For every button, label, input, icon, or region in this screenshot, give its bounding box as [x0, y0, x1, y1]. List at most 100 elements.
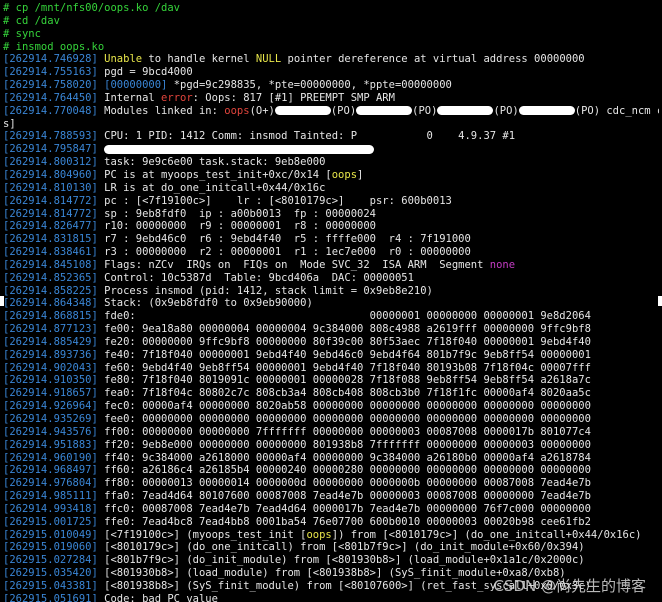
log-text: fee0: 00000000 00000000 00000000 0000000… [97, 413, 591, 425]
log-text: [<8010179c>] (do_one_initcall) from [<80… [97, 541, 585, 554]
log-error: oops [224, 104, 250, 117]
log-line: [262914.985111] ffa0: 7ead4d64 80107600 … [3, 490, 659, 503]
command-line: # cd /dav [3, 14, 60, 27]
right-scroll-marker [658, 296, 662, 306]
log-timestamp: [262914.838461] [3, 246, 98, 259]
terminal-window[interactable]: # cp /mnt/nfs00/oops.ko /dav # cd /dav # s… [0, 0, 662, 602]
watermark: CSDN @尚先生的博客 [493, 577, 646, 595]
log-timestamp: [262914.910350] [3, 374, 98, 387]
log-line: [262914.804960] PC is at myoops_test_ini… [3, 169, 659, 182]
redaction-mark [274, 106, 331, 116]
log-timestamp: [262914.852365] [3, 271, 98, 284]
log-line: [262914.810130] LR is at do_one_initcall… [3, 182, 659, 195]
log-timestamp: [262914.770048] [3, 104, 98, 117]
log-timestamp: [262914.960190] [3, 451, 98, 464]
log-timestamp: [262914.804960] [3, 168, 98, 181]
log-line: [262914.814772] pc : [<7f19100c>] lr : [… [3, 195, 659, 208]
log-timestamp: [262914.918657] [3, 387, 98, 400]
command-line: # insmod oops.ko [3, 40, 105, 53]
log-text: ]) from [<8010179c>] (do_one_initcall+0x… [331, 528, 642, 541]
log-line: [262914.755163] pgd = 9bcd4000 [3, 66, 659, 79]
redaction-mark [356, 106, 413, 116]
log-text: CPU: 1 PID: 1412 Comm: insmod Tainted: P… [97, 130, 516, 143]
log-line: [262914.858225] Process insmod (pid: 141… [3, 285, 659, 298]
log-text: Flags: nZCv IRQs on FIQs on Mode SVC_32 … [97, 258, 490, 271]
log-continuation: s] [3, 117, 16, 130]
log-text: pc : [<7f19100c>] lr : [<8010179c>] psr:… [97, 194, 452, 207]
log-timestamp: [262914.968497] [3, 464, 98, 477]
log-timestamp: [262914.985111] [3, 490, 98, 503]
log-text: fe00: 9ea18a80 00000004 00000004 9c38400… [97, 323, 591, 336]
log-line: [262914.795847] [3, 143, 659, 156]
log-line: [262914.926964] fec0: 00000af4 00000000 … [3, 400, 659, 413]
log-timestamp: [262914.810130] [3, 181, 98, 194]
log-highlight: oops [306, 528, 332, 541]
log-text: sp : 9eb8fdf0 ip : a00b0013 fp : 0000002… [97, 207, 376, 220]
log-line: [262914.893736] fe40: 7f18f040 00000001 … [3, 349, 659, 362]
log-line: [262914.852365] Control: 10c5387d Table:… [3, 272, 659, 285]
log-text: fe80: 7f18f040 8019091c 00000001 0000002… [97, 374, 591, 387]
log-timestamp: [262915.035420] [3, 567, 98, 580]
log-text: ff40: 9c384000 a2618000 00000af4 0000000… [97, 451, 591, 464]
log-line: [262914.758020] [00000000] *pgd=9c298835… [3, 79, 659, 92]
log-text: Process insmod (pid: 1412, stack limit =… [97, 284, 433, 297]
log-text: fea0: 7f18f04c 80802c7c 808cb3a4 808cb40… [97, 387, 591, 400]
log-highlight: oops [331, 168, 358, 181]
log-timestamp: [262914.976804] [3, 477, 98, 490]
log-line: [262915.027284] [<801b7f9c>] (do_init_mo… [3, 554, 659, 567]
log-line: [262914.910350] fe80: 7f18f040 8019091c … [3, 374, 659, 387]
log-text: fe20: 00000000 9ffc9bf8 00000000 80f39c0… [97, 335, 591, 348]
log-line: [262914.935269] fee0: 00000000 00000000 … [3, 413, 659, 426]
log-address: [00000000] [97, 79, 168, 92]
log-timestamp: [262914.935269] [3, 413, 98, 425]
log-timestamp: [262914.845108] [3, 258, 98, 271]
log-text: ff60: a26186c4 a26185b4 00000240 0000028… [97, 464, 591, 477]
log-text: *pgd=9c298835, *pte=00000000, *ppte=0000… [167, 79, 452, 92]
log-timestamp: [262914.788593] [3, 130, 98, 143]
log-timestamp: [262914.758020] [3, 79, 98, 92]
redaction-mark [104, 144, 375, 154]
log-timestamp: [262915.051691] [3, 592, 98, 602]
log-text: to handle kernel [142, 53, 256, 66]
log-line: [262914.885429] fe20: 00000000 9ffc9bf8 … [3, 336, 659, 349]
log-text: Stack: (0x9eb8fdf0 to 0x9eb90000) [97, 297, 313, 310]
log-text: Modules linked in: [97, 104, 225, 117]
log-line: [262914.770048] Modules linked in: oops(… [3, 105, 659, 118]
log-timestamp: [262915.027284] [3, 554, 98, 567]
log-line: [262915.001725] ffe0: 7ead4bc8 7ead4bb8 … [3, 516, 659, 529]
log-timestamp: [262914.877123] [3, 323, 98, 336]
log-timestamp: [262914.858225] [3, 284, 98, 297]
log-text: fe40: 7f18f040 00000001 9ebd4f40 9ebd46c… [97, 348, 591, 361]
log-timestamp: [262914.755163] [3, 66, 98, 79]
command-line: # cp /mnt/nfs00/oops.ko /dav [3, 2, 181, 14]
log-timestamp: [262914.951883] [3, 438, 98, 451]
log-line: [262914.831815] r7 : 9ebd46c0 r6 : 9ebd4… [3, 233, 659, 246]
log-timestamp: [262914.926964] [3, 400, 98, 413]
log-timestamp: [262914.893736] [3, 348, 98, 361]
log-text: Code: bad PC value [97, 592, 218, 602]
log-segment: none [489, 258, 516, 271]
redaction-mark [437, 106, 494, 116]
log-text: (O+) [249, 104, 275, 117]
log-highlight: Unable [104, 53, 143, 66]
log-text: task: 9e9c6e00 task.stack: 9eb8e000 [97, 156, 326, 169]
log-timestamp: [262914.902043] [3, 361, 98, 374]
log-timestamp: [262915.043381] [3, 579, 98, 592]
log-text: PC is at myoops_test_init+0xc/0x14 [ [97, 168, 332, 181]
log-text: LR is at do_one_initcall+0x44/0x16c [97, 181, 326, 194]
log-timestamp: [262915.019060] [3, 541, 98, 554]
log-line: [262914.976804] ff80: 00000013 00000014 … [3, 477, 659, 490]
log-line: [262914.868815] fde0: 00000001 00000000 … [3, 310, 659, 323]
log-line: [262914.800312] task: 9e9c6e00 task.stac… [3, 156, 659, 169]
log-text: (PO) [330, 104, 357, 117]
log-line: [262914.877123] fe00: 9ea18a80 00000004 … [3, 323, 659, 336]
log-text: ffe0: 7ead4bc8 7ead4bb8 0001ba54 76e0770… [97, 515, 591, 528]
log-line: [262914.902043] fe60: 9ebd4f40 9eb8ff54 … [3, 362, 659, 375]
log-text: ] [357, 168, 364, 181]
log-text: pointer dereference at virtual address 0… [281, 53, 585, 66]
log-line: [262914.746928] Unable to handle kernel … [3, 53, 659, 66]
log-text: fe60: 9ebd4f40 9eb8ff54 00000001 9ebd4f4… [97, 361, 591, 374]
log-text: : Oops: 817 [#1] PREEMPT SMP ARM [192, 91, 395, 104]
log-timestamp: [262914.746928] [3, 53, 98, 66]
log-timestamp: [262914.795847] [3, 143, 98, 156]
